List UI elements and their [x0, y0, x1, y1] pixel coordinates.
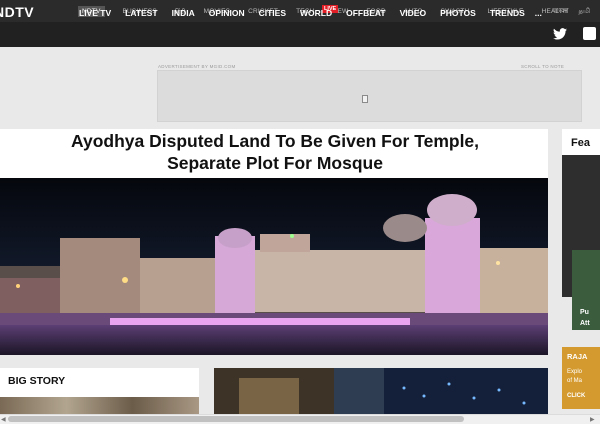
twitter-icon[interactable]: [553, 28, 567, 40]
featured-title: Fea: [571, 137, 590, 149]
nav-item-india[interactable]: INDIA: [172, 8, 195, 18]
ad-right-label[interactable]: SCROLL TO NOTE: [521, 64, 564, 69]
big-story-title: BIG STORY: [8, 375, 66, 387]
headline-line-2: Separate Plot For Mosque: [167, 153, 383, 173]
lead-headline[interactable]: Ayodhya Disputed Land To Be Given For Te…: [20, 130, 530, 174]
ad-label: ADVERTISEMENT BY MGID.COM: [158, 64, 236, 69]
scroll-left-icon[interactable]: ◀: [1, 416, 6, 423]
lead-story-image[interactable]: [0, 178, 548, 355]
promo-text-line-2: of Ma: [567, 378, 583, 384]
ndtv-logo[interactable]: NDTV: [0, 4, 34, 20]
top-link-tamil[interactable]: தமி: [579, 7, 590, 16]
nav-more-button[interactable]: ...: [535, 8, 542, 18]
featured-caption[interactable]: Pu Att: [580, 307, 590, 329]
nav-item-video[interactable]: VIDEO: [400, 8, 426, 18]
nav-item-latest[interactable]: LATEST: [125, 8, 157, 18]
nav-item-offbeat[interactable]: OFFBEAT: [346, 8, 386, 18]
featured-caption-line-1: Pu: [580, 309, 589, 316]
advertisement-box[interactable]: [157, 70, 582, 122]
scroll-right-icon[interactable]: ▶: [590, 416, 595, 423]
nav-item-photos[interactable]: PHOTOS: [440, 8, 476, 18]
scrollbar-thumb[interactable]: [8, 416, 464, 422]
promo-title: RAJA: [567, 352, 588, 361]
nav-item-cities[interactable]: CITIES: [259, 8, 286, 18]
nav-item-trends[interactable]: TRENDS: [490, 8, 525, 18]
broken-image-icon: [362, 95, 368, 103]
promo-cta[interactable]: CLICK: [567, 393, 585, 399]
nav-item-opinion[interactable]: OPINION: [209, 8, 245, 18]
main-nav: [0, 22, 600, 47]
featured-caption-line-2: Att: [580, 320, 590, 327]
top-right-links: বাংলা தமி: [552, 0, 600, 22]
facebook-icon[interactable]: [583, 27, 596, 40]
nav-item-world[interactable]: WORLD: [300, 8, 332, 18]
headline-line-1: Ayodhya Disputed Land To Be Given For Te…: [70, 131, 480, 151]
promo-text-line-1: Explo: [567, 369, 583, 375]
nav-items: LIVE TV LATEST INDIA OPINION CITIES WORL…: [79, 0, 556, 25]
nav-item-live-tv[interactable]: LIVE TV: [79, 8, 111, 18]
promo-text: Explo of Ma: [567, 368, 582, 386]
